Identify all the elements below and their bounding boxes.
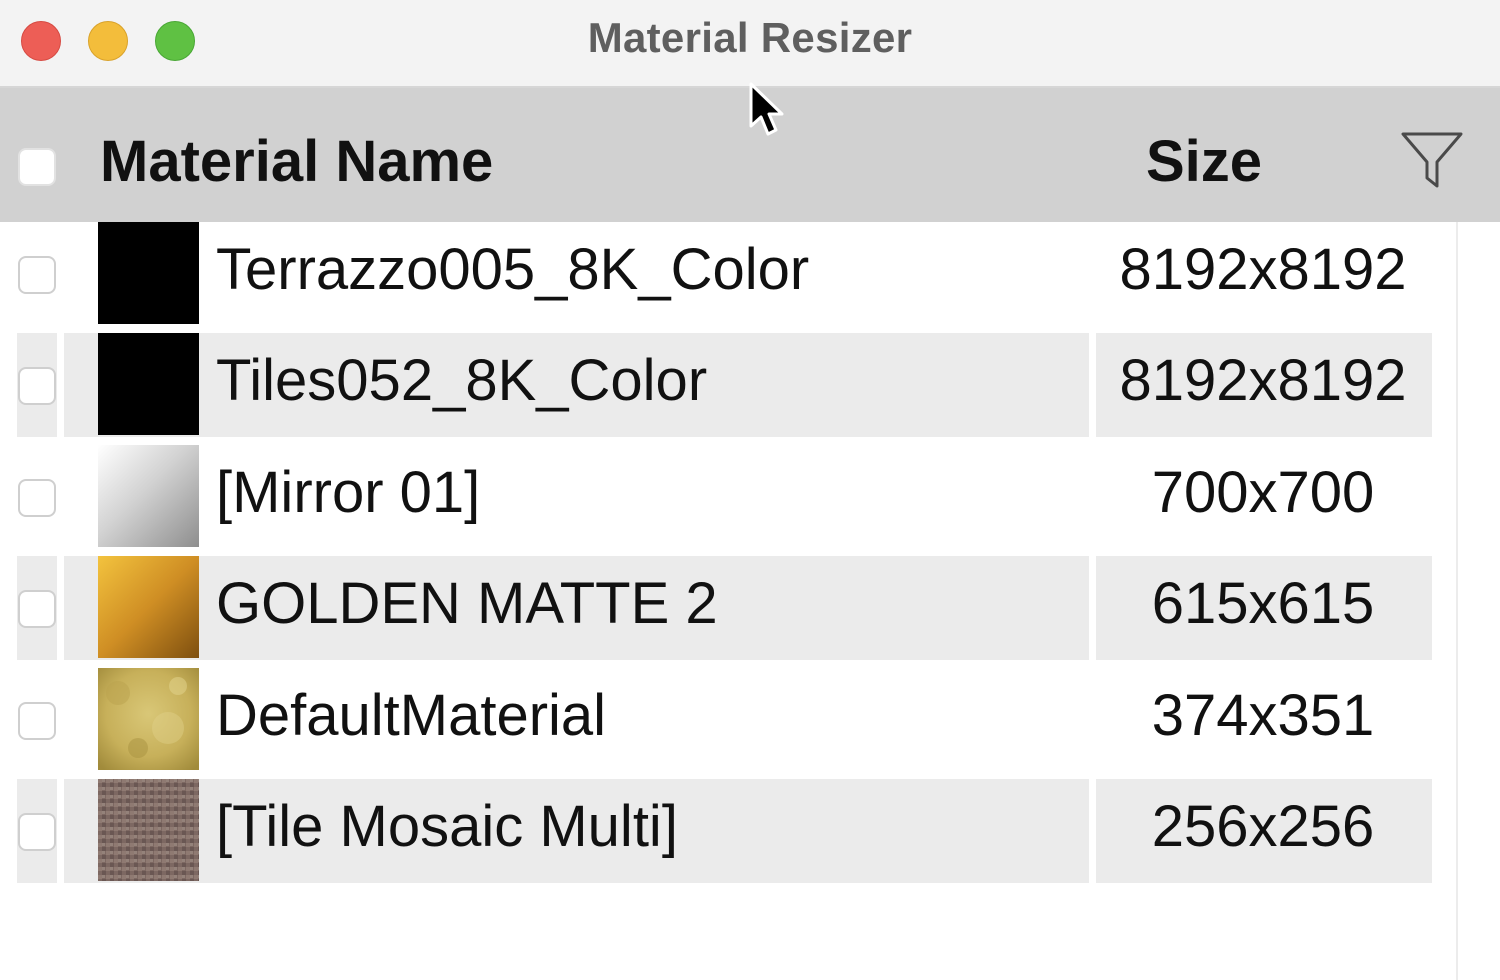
- window-title: Material Resizer: [587, 14, 913, 61]
- table-row[interactable]: [Tile Mosaic Multi] 256x256: [0, 779, 1460, 883]
- row-checkbox[interactable]: [18, 479, 56, 517]
- title-bar: Material Resizer: [0, 0, 1500, 88]
- table-row[interactable]: Tiles052_8K_Color 8192x8192: [0, 333, 1460, 437]
- table-row[interactable]: DefaultMaterial 374x351: [0, 668, 1460, 772]
- scrollbar-track[interactable]: [1456, 222, 1458, 980]
- row-checkbox[interactable]: [18, 590, 56, 628]
- material-name: [Tile Mosaic Multi]: [216, 794, 678, 859]
- material-name: GOLDEN MATTE 2: [216, 571, 718, 636]
- column-header-material-name[interactable]: Material Name: [100, 128, 493, 195]
- row-checkbox[interactable]: [18, 702, 56, 740]
- material-size: 256x256: [1151, 794, 1375, 859]
- material-name: Terrazzo005_8K_Color: [216, 237, 810, 302]
- table-row[interactable]: [Mirror 01] 700x700: [0, 445, 1460, 549]
- material-swatch-mosaic-texture: [98, 779, 199, 881]
- material-size: 615x615: [1151, 571, 1375, 636]
- table-row[interactable]: GOLDEN MATTE 2 615x615: [0, 556, 1460, 660]
- material-swatch-silver: [98, 445, 199, 547]
- material-name: Tiles052_8K_Color: [216, 348, 708, 413]
- column-header-size[interactable]: Size: [1146, 128, 1262, 195]
- table-row[interactable]: Terrazzo005_8K_Color 8192x8192: [0, 222, 1460, 326]
- filter-icon[interactable]: [1400, 128, 1464, 192]
- row-checkbox[interactable]: [18, 256, 56, 294]
- select-all-checkbox[interactable]: [18, 148, 56, 186]
- row-checkbox[interactable]: [18, 367, 56, 405]
- material-size: 374x351: [1151, 683, 1375, 748]
- material-resizer-window: Material Resizer Material Name Size Terr…: [0, 0, 1500, 980]
- pointer-cursor-icon: [749, 82, 784, 136]
- material-size: 8192x8192: [1119, 348, 1407, 413]
- material-size: 700x700: [1151, 460, 1375, 525]
- material-swatch-yellow-texture: [98, 668, 199, 770]
- material-name: DefaultMaterial: [216, 683, 607, 748]
- material-name: [Mirror 01]: [216, 460, 481, 525]
- material-size: 8192x8192: [1119, 237, 1407, 302]
- material-swatch-gold: [98, 556, 199, 658]
- material-swatch-black: [98, 222, 199, 324]
- material-swatch-black: [98, 333, 199, 435]
- row-checkbox[interactable]: [18, 813, 56, 851]
